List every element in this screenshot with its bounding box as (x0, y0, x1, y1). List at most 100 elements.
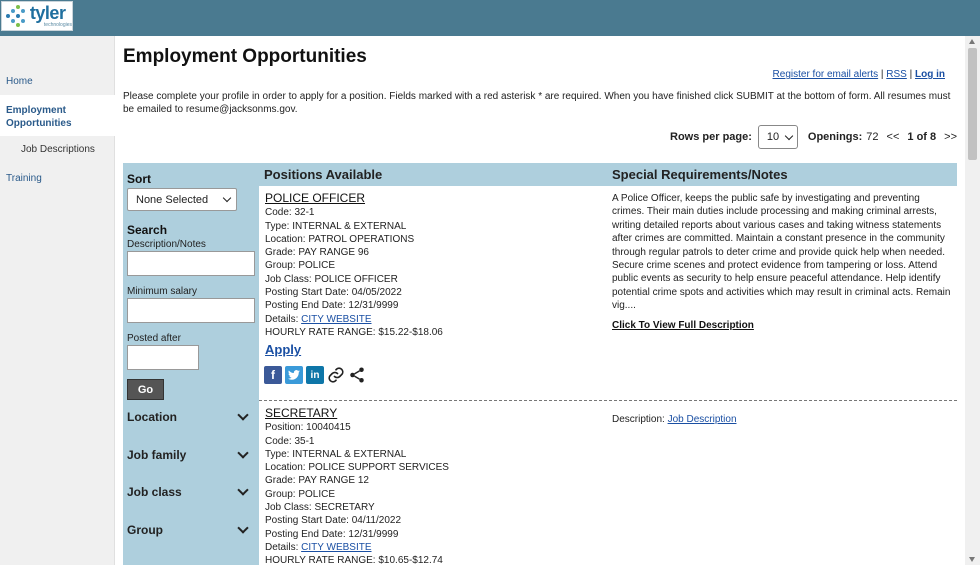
position-details: Details: CITY WEBSITE (265, 541, 449, 554)
logo-sub: technologies (43, 22, 72, 28)
chevron-down-icon (237, 447, 249, 459)
sort-select[interactable]: None Selected (127, 188, 237, 211)
position-listing: SECRETARY Position: 10040415 Code: 35-1 … (265, 406, 449, 568)
position-type: Type: INTERNAL & EXTERNAL (265, 220, 407, 232)
minimum-salary-input[interactable] (127, 298, 255, 323)
search-title: Search (127, 223, 168, 237)
location-filter-label: Location (127, 410, 177, 424)
prev-page-button[interactable]: << (887, 131, 900, 143)
job-family-filter[interactable]: Job family (127, 447, 251, 462)
positions-table-header: Positions Available Special Requirements… (259, 163, 957, 186)
position-end-date: Posting End Date: 12/31/9999 (265, 300, 399, 312)
rows-per-page-value: 10 (766, 131, 780, 143)
details-label: Details: (265, 313, 302, 325)
chevron-down-icon (784, 131, 794, 140)
position-title-link[interactable]: SECRETARY (265, 406, 449, 420)
position-number: Position: 10040415 (265, 422, 351, 434)
openings-label: Openings: (807, 131, 863, 143)
position-grade: Grade: PAY RANGE 96 (265, 247, 369, 259)
position-rate: HOURLY RATE RANGE: $15.22-$18.06 (265, 326, 443, 338)
position-listing: POLICE OFFICER Code: 32-1 Type: INTERNAL… (265, 191, 443, 339)
location-filter[interactable]: Location (127, 409, 251, 424)
sidebar: Home Employment Opportunities Job Descri… (0, 36, 115, 565)
rows-per-page-select[interactable]: 10 (757, 125, 798, 149)
intro-text: Please complete your profile in order to… (123, 91, 951, 115)
row-divider (259, 400, 957, 401)
position-rate: HOURLY RATE RANGE: $10.65-$12.74 (265, 555, 443, 567)
link-icon[interactable] (327, 366, 345, 384)
city-website-link[interactable]: CITY WEBSITE (301, 542, 371, 553)
sidebar-item-home[interactable]: Home (0, 76, 33, 87)
next-page-button[interactable]: >> (944, 131, 957, 143)
posted-after-label: Posted after (127, 333, 181, 344)
logo-word: tyler (29, 3, 66, 23)
position-type: Type: INTERNAL & EXTERNAL (265, 448, 407, 460)
sidebar-item-job-descriptions[interactable]: Job Descriptions (15, 144, 95, 155)
twitter-icon[interactable] (285, 366, 303, 384)
sort-title: Sort (127, 172, 151, 186)
pager: Rows per page: 10 Openings: 72 << 1 of 8… (670, 124, 957, 150)
rows-per-page-label: Rows per page: (670, 131, 752, 143)
sidebar-item-training[interactable]: Training (0, 173, 42, 184)
go-button[interactable]: Go (127, 379, 164, 400)
sort-value: None Selected (136, 193, 209, 206)
position-job-class: Job Class: SECRETARY (265, 502, 375, 514)
page-scrollbar[interactable] (965, 36, 980, 565)
position-title-link[interactable]: POLICE OFFICER (265, 191, 443, 205)
scroll-up-arrow-icon[interactable] (969, 39, 975, 44)
special-requirements-header: Special Requirements/Notes (612, 167, 788, 182)
position-group: Group: POLICE (265, 488, 336, 500)
share-icon[interactable] (348, 366, 366, 384)
login-link[interactable]: Log in (915, 69, 945, 80)
header-links: Register for email alerts | RSS | Log in (772, 69, 945, 80)
position-end-date: Posting End Date: 12/31/9999 (265, 528, 399, 540)
group-filter-label: Group (127, 523, 163, 537)
scrollbar-thumb[interactable] (968, 48, 977, 160)
register-email-alerts-link[interactable]: Register for email alerts (773, 69, 879, 80)
position-details: Details: CITY WEBSITE (265, 313, 443, 326)
description-notes-label: Description/Notes (127, 239, 206, 250)
page-title: Employment Opportunities (123, 46, 367, 67)
job-family-filter-label: Job family (127, 448, 187, 462)
scroll-down-arrow-icon[interactable] (969, 557, 975, 562)
position-code: Code: 35-1 (265, 435, 315, 447)
position-location: Location: PATROL OPERATIONS (265, 233, 415, 245)
minimum-salary-label: Minimum salary (127, 286, 198, 297)
positions-available-header: Positions Available (264, 167, 383, 182)
tyler-logo-icon (6, 5, 27, 27)
position-grade: Grade: PAY RANGE 12 (265, 475, 369, 487)
sidebar-item-employment-opportunities[interactable]: Employment Opportunities (0, 95, 115, 136)
job-class-filter[interactable]: Job class (127, 484, 251, 499)
chevron-down-icon (237, 484, 249, 496)
description-notes-input[interactable] (127, 251, 255, 276)
openings-count: 72 (866, 131, 879, 143)
chevron-down-icon (237, 409, 249, 421)
job-class-filter-label: Job class (127, 485, 182, 499)
posted-after-input[interactable] (127, 345, 199, 370)
position-group: Group: POLICE (265, 260, 336, 272)
description-label: Description: (612, 414, 668, 425)
city-website-link[interactable]: CITY WEBSITE (301, 314, 371, 325)
filter-panel: Sort None Selected Search Description/No… (123, 163, 259, 565)
view-full-description-link[interactable]: Click To View Full Description (612, 320, 754, 331)
position-code: Code: 32-1 (265, 207, 315, 219)
apply-button[interactable]: Apply (265, 342, 301, 357)
details-label: Details: (265, 541, 302, 553)
chevron-down-icon (237, 522, 249, 534)
position-job-class: Job Class: POLICE OFFICER (265, 273, 398, 285)
chevron-down-icon (222, 193, 232, 203)
position-start-date: Posting Start Date: 04/05/2022 (265, 287, 402, 299)
group-filter[interactable]: Group (127, 522, 251, 537)
position-location: Location: POLICE SUPPORT SERVICES (265, 462, 449, 474)
top-bar: tyler technologies (0, 0, 980, 36)
position-description: Description: Job Description (612, 414, 737, 425)
linkedin-icon[interactable]: in (306, 366, 324, 384)
position-start-date: Posting Start Date: 04/11/2022 (265, 515, 402, 527)
rss-link[interactable]: RSS (886, 69, 907, 80)
facebook-icon[interactable]: f (264, 366, 282, 384)
tyler-logo[interactable]: tyler technologies (1, 1, 73, 31)
share-icons: f in (264, 366, 366, 384)
job-description-link[interactable]: Job Description (668, 414, 737, 425)
position-notes: A Police Officer, keeps the public safe … (612, 193, 951, 312)
page-indicator: 1 of 8 (907, 131, 937, 143)
